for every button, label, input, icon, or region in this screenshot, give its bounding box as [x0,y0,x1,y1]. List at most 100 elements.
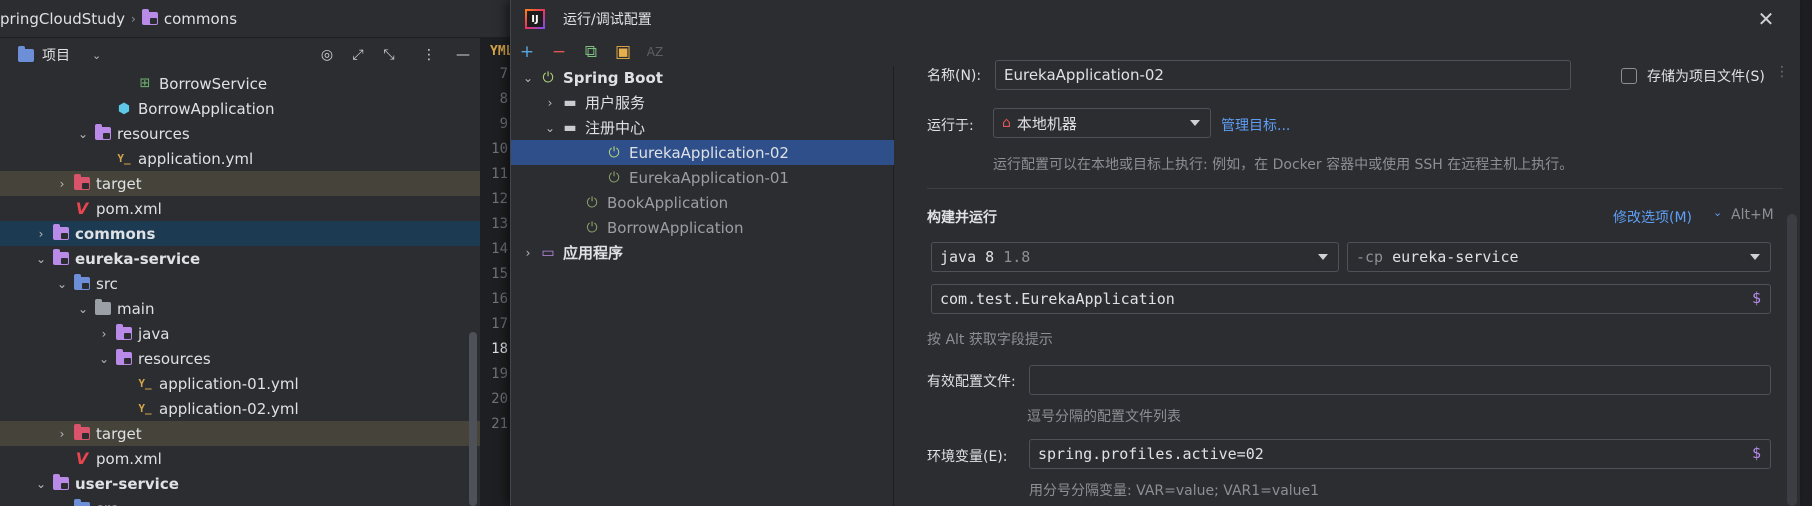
tree-row[interactable]: › commons [0,221,480,246]
expand-all-icon[interactable]: ⤢ [349,46,367,64]
main-class-value: com.test.EurekaApplication [940,290,1175,308]
tree-row[interactable]: ⌄ resources [0,346,480,371]
tree-item-label: target [96,174,142,193]
tree-row[interactable]: ⌄ main [0,296,480,321]
line-number: 20 [491,391,508,407]
tree-row[interactable]: › java [0,321,480,346]
dropdown-arrow-icon [1190,120,1200,126]
config-tree-row[interactable]: ⏻ EurekaApplication-01 [511,165,894,190]
config-tree-row[interactable]: › ▭ 应用程序 [511,240,894,265]
chevron-down-icon[interactable]: ⌄ [97,352,111,366]
tree-item-label: pom.xml [96,199,162,218]
tree-scrollbar[interactable] [469,332,477,506]
options-menu-icon[interactable]: ⋮ [420,46,438,64]
section-divider [927,188,1783,189]
modify-options-link[interactable]: 修改选项(M) [1613,207,1692,227]
chevron-right-icon[interactable]: › [543,96,557,110]
config-tree-row[interactable]: › ▬ 用户服务 [511,90,894,115]
tree-row[interactable]: ⌄ user-service [0,471,480,496]
chevron-down-icon[interactable]: ⌄ [55,502,69,506]
macro-dollar-icon[interactable]: $ [1752,289,1761,307]
run-on-dropdown[interactable]: ⌂ 本地机器 [993,108,1211,138]
chevron-right-icon[interactable]: › [97,327,111,341]
yml-file-tab-icon[interactable]: YML [490,44,513,66]
excluded-folder-icon [73,424,91,442]
sort-alpha-icon[interactable]: AZ [639,45,671,59]
collapse-all-icon[interactable]: ⤡ [380,46,398,64]
resources-folder-icon [115,349,133,367]
manage-targets-link[interactable]: 管理目标... [1221,115,1290,135]
copy-config-icon[interactable]: ⧉ [575,42,607,62]
main-class-field[interactable]: com.test.EurekaApplication $ [931,284,1771,314]
config-tree-row[interactable]: ⏻ BookApplication [511,190,894,215]
chevron-down-icon[interactable]: ⌄ [34,477,48,491]
name-field[interactable]: EurekaApplication-02 [995,60,1571,90]
tree-item-label: resources [138,349,211,368]
config-tree-row[interactable]: ⌄ ⏻ Spring Boot [511,65,894,90]
tree-item-label: main [117,299,155,318]
classpath-dropdown[interactable]: -cp eureka-service [1347,242,1771,272]
tree-row[interactable]: ⬢ BorrowApplication [0,96,480,121]
store-as-file-checkbox[interactable] [1621,68,1637,84]
breadcrumb-module[interactable]: commons [164,10,237,28]
maven-icon: V [75,199,89,218]
config-tree-row[interactable]: ⌄ ▬ 注册中心 [511,115,894,140]
line-number: 12 [491,191,508,207]
tree-row[interactable]: Y̲ application.yml [0,146,480,171]
form-scrollbar[interactable] [1787,214,1797,506]
remove-config-icon[interactable]: − [543,42,575,62]
config-tree-row[interactable]: ⏻ BorrowApplication [511,215,894,240]
spring-boot-power-icon: ⏻ [586,194,598,211]
profiles-field[interactable] [1029,365,1771,395]
run-debug-config-dialog: IJ 运行/调试配置 ✕ + − ⧉ ▣ AZ ⌄ ⏻ Spring Boot › ▬ 用… [510,0,1800,506]
tree-row[interactable]: Y̲ application-01.yml [0,371,480,396]
tree-row[interactable]: ⌄ eureka-service [0,246,480,271]
chevron-right-icon[interactable]: › [55,427,69,441]
config-item-label: Spring Boot [563,68,663,87]
tree-row[interactable]: ⌄ src [0,496,480,506]
project-view-selector[interactable]: 项目 ⌄ [18,45,101,65]
line-number: 19 [491,366,508,382]
chevron-down-icon[interactable]: ⌄ [1713,206,1722,219]
chevron-down-icon[interactable]: ⌄ [543,121,557,135]
tree-row[interactable]: ⊞ BorrowService [0,72,480,96]
config-tree-row[interactable]: ⏻ EurekaApplication-02 [511,140,894,165]
source-folder-icon [73,499,91,506]
chevron-down-icon[interactable]: ⌄ [76,302,90,316]
config-item-label: BookApplication [607,193,729,212]
env-field[interactable]: spring.profiles.active=02 $ [1029,439,1771,469]
config-item-label: 用户服务 [585,94,646,112]
tree-row[interactable]: ⌄ src [0,271,480,296]
tree-row[interactable]: ⌄ resources [0,121,480,146]
config-item-label: EurekaApplication-01 [629,168,789,187]
tree-item-label: application-01.yml [159,374,299,393]
chevron-right-icon[interactable]: › [34,227,48,241]
add-config-icon[interactable]: + [511,42,543,62]
tree-row[interactable]: Vpom.xml [0,446,480,471]
profiles-label: 有效配置文件: [927,374,1016,390]
tree-row[interactable]: Vpom.xml [0,196,480,221]
build-run-title: 构建并运行 [927,210,997,226]
chevron-down-icon[interactable]: ⌄ [34,252,48,266]
chevron-down-icon[interactable]: ⌄ [55,277,69,291]
macro-dollar-icon[interactable]: $ [1752,444,1761,462]
close-icon[interactable]: ✕ [1755,8,1777,30]
tree-row[interactable]: › target [0,171,480,196]
resources-folder-icon [94,124,112,142]
breadcrumb-project[interactable]: pringCloudStudy [0,10,125,28]
chevron-right-icon[interactable]: › [55,177,69,191]
locate-file-icon[interactable]: ◎ [318,46,336,64]
tree-row[interactable]: Y̲ application-02.yml [0,396,480,421]
yml-file-icon: Y̲ [138,377,152,390]
chevron-down-icon[interactable]: ⌄ [76,127,90,141]
chevron-down-icon[interactable]: ⌄ [521,71,535,85]
hide-panel-icon[interactable]: — [454,46,472,64]
more-options-icon[interactable]: ⋮ [1775,64,1789,80]
new-folder-icon[interactable]: ▣ [607,42,639,62]
jdk-dropdown[interactable]: java 8 1.8 [931,242,1339,272]
tree-row[interactable]: › target [0,421,480,446]
config-toolbar: + − ⧉ ▣ AZ [511,38,893,66]
name-label: 名称(N): [927,68,982,84]
chevron-right-icon[interactable]: › [521,246,535,260]
line-number: 7 [499,66,508,82]
